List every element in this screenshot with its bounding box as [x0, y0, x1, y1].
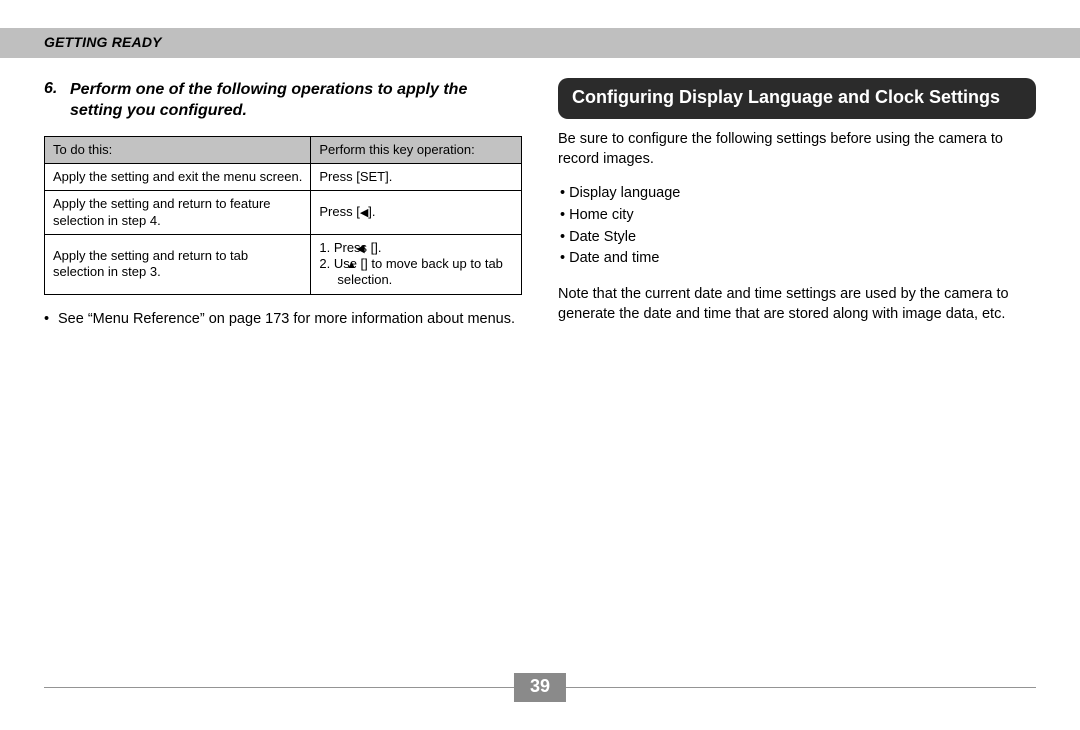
- left-note-text: See “Menu Reference” on page 173 for mor…: [58, 311, 515, 327]
- right-section-title: Configuring Display Language and Clock S…: [558, 78, 1036, 119]
- right-note: Note that the current date and time sett…: [558, 284, 1036, 325]
- cell-todo: Apply the setting and exit the menu scre…: [45, 164, 311, 191]
- section-header-label: GETTING READY: [44, 34, 162, 50]
- list-item: Display language: [560, 183, 1036, 205]
- op-text-pre: Press [: [319, 204, 359, 219]
- list-item: Date Style: [560, 227, 1036, 249]
- left-column: 6. Perform one of the following operatio…: [44, 78, 522, 660]
- table-row: Apply the setting and return to feature …: [45, 191, 522, 235]
- op-text-post: ].: [374, 240, 381, 255]
- operations-table: To do this: Perform this key operation: …: [44, 136, 522, 295]
- op-step-1: 1. Press [◀].: [319, 240, 513, 256]
- cell-op: Press [SET].: [311, 164, 522, 191]
- op-text-pre: 2. Use [: [319, 256, 364, 271]
- right-column: Configuring Display Language and Clock S…: [558, 78, 1036, 660]
- bullet-icon: •: [44, 309, 58, 329]
- left-note: •See “Menu Reference” on page 173 for mo…: [44, 309, 522, 329]
- cell-op: 1. Press [◀]. 2. Use [▲] to move back up…: [311, 234, 522, 294]
- table-header-row: To do this: Perform this key operation:: [45, 136, 522, 163]
- list-item: Date and time: [560, 248, 1036, 270]
- col-header-todo: To do this:: [45, 136, 311, 163]
- table-row: Apply the setting and return to tab sele…: [45, 234, 522, 294]
- step-text: Perform one of the following operations …: [70, 79, 522, 122]
- op-text-post: ].: [368, 204, 375, 219]
- cell-op: Press [◀].: [311, 191, 522, 235]
- right-intro: Be sure to configure the following setti…: [558, 129, 1036, 170]
- manual-page: GETTING READY 6. Perform one of the foll…: [0, 0, 1080, 730]
- section-header-bar: GETTING READY: [0, 28, 1080, 58]
- table-row: Apply the setting and exit the menu scre…: [45, 164, 522, 191]
- col-header-op: Perform this key operation:: [311, 136, 522, 163]
- cell-todo: Apply the setting and return to feature …: [45, 191, 311, 235]
- cell-todo: Apply the setting and return to tab sele…: [45, 234, 311, 294]
- content-columns: 6. Perform one of the following operatio…: [44, 78, 1036, 660]
- op-step-2: 2. Use [▲] to move back up to tab select…: [319, 256, 513, 289]
- list-item: Home city: [560, 205, 1036, 227]
- op-text-pre: 1. Press [: [319, 240, 374, 255]
- step-number: 6.: [44, 78, 66, 100]
- step-heading: 6. Perform one of the following operatio…: [44, 78, 522, 122]
- settings-list: Display language Home city Date Style Da…: [558, 183, 1036, 270]
- page-number: 39: [514, 673, 566, 702]
